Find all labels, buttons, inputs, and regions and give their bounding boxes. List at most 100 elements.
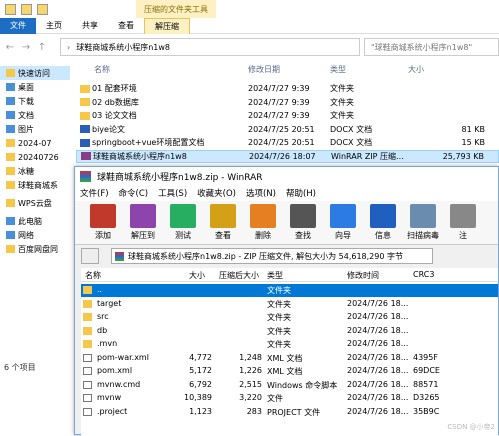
up-folder-button[interactable] [81, 248, 99, 264]
column-modified[interactable]: 修改时间 [347, 270, 379, 281]
archive-row-crc: 4395F [413, 352, 438, 362]
sidebar-item[interactable]: 文档 [0, 108, 70, 122]
archive-file-list: .. 文件夹 target 文件夹 2024/7/26 18... src 文件夹 2024/… [81, 282, 498, 436]
file-type: 文件夹 [330, 111, 354, 120]
tab-view[interactable]: 查看 [108, 18, 144, 34]
folder-icon [6, 153, 15, 161]
tool-delete-button[interactable]: 删除 [243, 201, 283, 244]
menu-item[interactable]: 命令(C) [114, 187, 154, 199]
tool-extract-to-button[interactable]: 解压到 [123, 201, 163, 244]
info-icon [370, 204, 396, 228]
address-bar[interactable]: › 球鞋商城系统小程序n1w8 [60, 38, 360, 56]
scan-virus-icon [410, 204, 436, 228]
file-row[interactable]: 01 配套环境 2024/7/27 9:39 文件夹 [76, 82, 499, 95]
up-icon[interactable]: ↑ [36, 42, 48, 53]
tool-test-button[interactable]: 测试 [163, 201, 203, 244]
tool-view-button[interactable]: 查看 [203, 201, 243, 244]
archive-list-header: 名称 大小 压缩后大小 类型 修改时间 CRC3 [81, 268, 498, 282]
menu-item[interactable]: 帮助(H) [281, 187, 321, 199]
archive-row-name: .project [97, 406, 128, 416]
winrar-title-bar: 球鞋商城系统小程序n1w8.zip - WinRAR [75, 167, 498, 185]
sidebar-item[interactable]: 桌面 [0, 80, 70, 94]
sidebar-item-label: 下载 [18, 96, 34, 106]
file-row[interactable]: 03 论文文档 2024/7/27 9:39 文件夹 [76, 109, 499, 122]
archive-row[interactable]: .. 文件夹 [81, 284, 498, 297]
add-icon [90, 204, 116, 228]
menu-item[interactable]: 文件(F) [75, 187, 114, 199]
new-folder-icon[interactable] [37, 3, 48, 15]
column-size[interactable]: 大小 [189, 270, 205, 281]
file-list-header: 名称 修改日期 类型 大小 [76, 62, 499, 76]
archive-row[interactable]: db 文件夹 2024/7/26 18... [81, 325, 498, 338]
sidebar-item[interactable]: 冰糖 [0, 164, 70, 178]
column-name[interactable]: 名称 [85, 270, 101, 281]
tool-comment-button[interactable]: 注 [443, 201, 483, 244]
tab-extract[interactable]: 解压缩 [144, 18, 190, 34]
archive-row-size: 6,792 [189, 379, 212, 389]
sidebar-item[interactable]: 球鞋商城系 [0, 178, 70, 192]
sidebar-item[interactable]: 此电脑 [0, 214, 70, 228]
archive-row[interactable]: mvnw.cmd 6,792 2,515 Windows 命令脚本 2024/7/26 … [81, 379, 498, 392]
archive-row[interactable]: target 文件夹 2024/7/26 18... [81, 298, 498, 311]
winrar-path-bar: 球鞋商城系统小程序n1w8.zip - ZIP 压缩文件, 解包大小为 54,6… [75, 247, 498, 265]
tab-share[interactable]: 共享 [72, 18, 108, 34]
column-name[interactable]: 名称 [94, 64, 110, 75]
sidebar-item[interactable]: 网络 [0, 228, 70, 242]
file-row[interactable]: springboot+vue环境配置文档 2024/7/25 20:51 DOCX … [76, 136, 499, 149]
file-row[interactable]: 球鞋商城系统小程序n1w8 2024/7/26 18:07 WinRAR ZIP 压… [76, 149, 499, 163]
archive-row-mtime: 2024/7/26 18... [347, 325, 409, 335]
column-type[interactable]: 类型 [267, 270, 283, 281]
archive-row[interactable]: .mvn 文件夹 2024/7/26 18... [81, 338, 498, 351]
sidebar-item[interactable]: 图片 [0, 122, 70, 136]
sidebar-item-label: 冰糖 [18, 166, 34, 176]
tool-label: 查找 [295, 231, 311, 240]
sidebar-item[interactable]: 百度网盘同 [0, 242, 70, 256]
archive-row[interactable]: src 文件夹 2024/7/26 18... [81, 311, 498, 324]
file-row[interactable]: 02 db数据库 2024/7/27 9:39 文件夹 [76, 96, 499, 109]
archive-row[interactable]: .project 1,123 283 PROJECT 文件 2024/7/26 18..… [81, 406, 498, 419]
archive-row-type: XML 文档 [267, 353, 303, 363]
folder-icon [6, 139, 15, 147]
column-type[interactable]: 类型 [330, 64, 346, 75]
back-icon[interactable]: ← [4, 42, 16, 53]
menu-item[interactable]: 收藏夹(O) [192, 187, 241, 199]
tool-info-button[interactable]: 信息 [363, 201, 403, 244]
sidebar-item-label: 此电脑 [18, 216, 42, 226]
column-date[interactable]: 修改日期 [248, 64, 280, 75]
column-packed-size[interactable]: 压缩后大小 [219, 270, 259, 281]
sidebar-item[interactable]: 下载 [0, 94, 70, 108]
archive-row-packed: 2,515 [239, 379, 262, 389]
forward-icon[interactable]: → [20, 42, 32, 53]
archive-row[interactable]: pom.xml 5,172 1,226 XML 文档 2024/7/26 18... 69… [81, 365, 498, 378]
search-input[interactable]: "球鞋商城系统小程序n1w8" [364, 38, 499, 56]
tool-wizard-button[interactable]: 向导 [323, 201, 363, 244]
tool-label: 添加 [95, 231, 111, 240]
archive-row[interactable]: mvnw 10,389 3,220 文件 2024/7/26 18... D3265 [81, 392, 498, 405]
sidebar-item[interactable]: 20240726 [0, 150, 70, 164]
folder-icon [6, 125, 15, 133]
menu-item[interactable]: 选项(N) [241, 187, 281, 199]
sidebar-item[interactable]: 2024-07 [0, 136, 70, 150]
sidebar-item[interactable]: WPS云盘 [0, 196, 70, 210]
archive-row-mtime: 2024/7/26 18... [347, 352, 409, 362]
sidebar-item-label: 20240726 [18, 152, 59, 162]
column-size[interactable]: 大小 [408, 64, 424, 75]
file-size: 81 KB [461, 124, 485, 134]
sidebar-item-label: 图片 [18, 124, 34, 134]
tab-home[interactable]: 主页 [36, 18, 72, 34]
tab-file[interactable]: 文件 [0, 18, 36, 34]
column-crc[interactable]: CRC3 [413, 270, 434, 279]
archive-path-field[interactable]: 球鞋商城系统小程序n1w8.zip - ZIP 压缩文件, 解包大小为 54,6… [111, 248, 433, 264]
tool-find-button[interactable]: 查找 [283, 201, 323, 244]
delete-icon [250, 204, 276, 228]
folder-icon [80, 111, 90, 120]
archive-row[interactable]: pom-war.xml 4,772 1,248 XML 文档 2024/7/26 18.… [81, 352, 498, 365]
menu-item[interactable]: 工具(S) [153, 187, 192, 199]
archive-row-type: PROJECT 文件 [267, 407, 321, 417]
file-row[interactable]: biye论文 2024/7/25 20:51 DOCX 文档 81 KB [76, 123, 499, 136]
properties-icon[interactable] [21, 3, 32, 15]
tool-add-button[interactable]: 添加 [83, 201, 123, 244]
archive-row-type: 文件夹 [267, 299, 291, 309]
sidebar-item[interactable]: 快速访问 [0, 66, 70, 80]
tool-scan-virus-button[interactable]: 扫描病毒 [403, 201, 443, 244]
